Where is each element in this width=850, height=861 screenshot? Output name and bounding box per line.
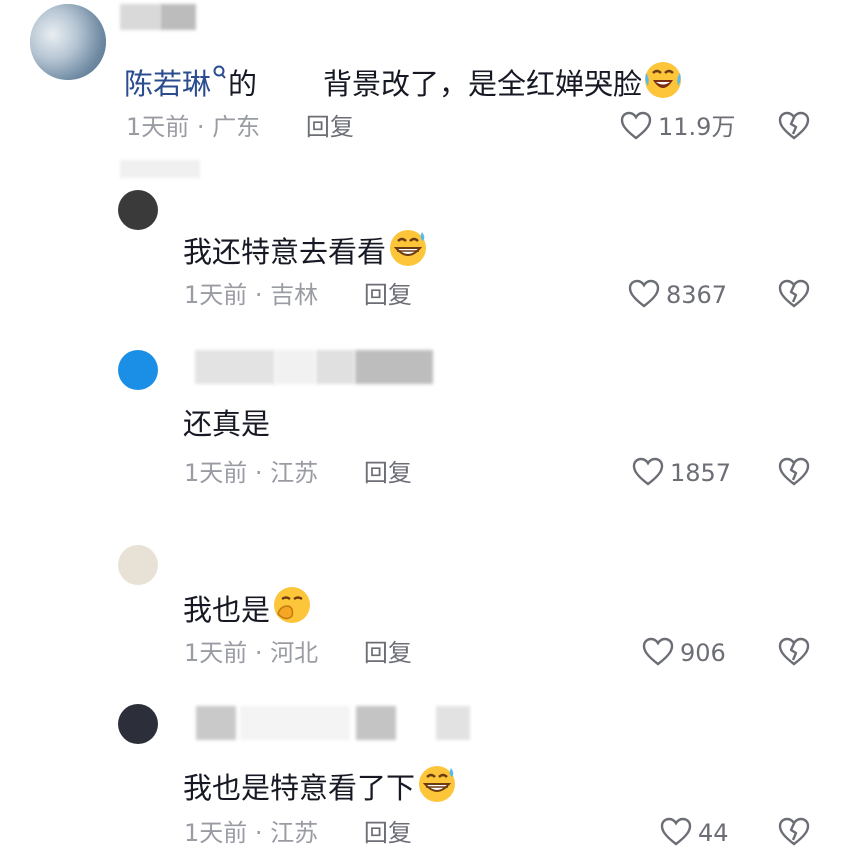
laughing-crying-face-icon: [642, 58, 684, 108]
mention-link[interactable]: 陈若琳: [124, 65, 228, 101]
comment-text: 我还特意去看看: [183, 226, 430, 276]
username-blurred[interactable]: [120, 4, 160, 30]
reply-button[interactable]: 回复: [364, 459, 412, 487]
location: 江苏: [270, 459, 319, 487]
like-count: 44: [698, 819, 729, 847]
broken-heart-icon: [778, 279, 810, 308]
comment-meta: 1天前 · 江苏 回复: [184, 819, 412, 847]
grinning-sweat-face-icon: [386, 226, 430, 276]
timestamp: 1天前: [184, 459, 248, 487]
grinning-sweat-face-icon: [415, 762, 459, 812]
timestamp: 1天前: [184, 639, 248, 667]
comment-meta: 1天前 · 江苏 回复: [184, 459, 412, 487]
comment-text: 还真是: [183, 407, 271, 441]
timestamp: 1天前: [184, 819, 248, 847]
reply-button[interactable]: 回复: [364, 819, 412, 847]
dislike-button[interactable]: [778, 110, 812, 144]
broken-heart-icon: [778, 457, 810, 486]
heart-icon: [628, 279, 660, 308]
face-with-hand-over-mouth-icon: [270, 584, 314, 634]
timestamp: 1天前: [126, 113, 190, 141]
dislike-button[interactable]: [778, 636, 812, 670]
location: 江苏: [270, 819, 319, 847]
avatar[interactable]: [118, 545, 158, 585]
reply-button[interactable]: 回复: [364, 639, 412, 667]
broken-heart-icon: [778, 637, 810, 666]
comment-text: 陈若琳的背景改了，是全红婵哭脸: [124, 58, 684, 108]
reply-button[interactable]: 回复: [364, 281, 412, 309]
avatar[interactable]: [30, 4, 106, 80]
username-blurred: [275, 350, 315, 384]
comment-text: 我也是特意看了下: [183, 762, 459, 812]
heart-icon: [642, 637, 674, 666]
username-blurred: [160, 4, 196, 30]
like-count: 11.9万: [658, 113, 736, 141]
reply-button[interactable]: 回复: [306, 113, 354, 141]
like-button[interactable]: [620, 110, 654, 144]
dislike-button[interactable]: [778, 278, 812, 312]
like-count: 1857: [670, 459, 732, 487]
comment-text: 我也是: [183, 584, 314, 634]
like-button[interactable]: [628, 278, 662, 312]
location: 河北: [270, 639, 319, 667]
like-button[interactable]: [642, 636, 676, 670]
username-blurred: [355, 350, 433, 384]
avatar[interactable]: [118, 704, 158, 744]
like-count: 906: [680, 639, 726, 667]
username-blurred: [195, 350, 275, 384]
location: 吉林: [270, 281, 319, 309]
dislike-button[interactable]: [778, 816, 812, 850]
avatar[interactable]: [118, 350, 158, 390]
broken-heart-icon: [778, 817, 810, 846]
avatar[interactable]: [118, 190, 158, 230]
location: 广东: [212, 113, 261, 141]
heart-icon: [620, 111, 652, 140]
username-blurred: [196, 706, 236, 740]
like-button[interactable]: [632, 456, 666, 490]
comment-meta: 1天前 · 吉林 回复: [184, 281, 412, 309]
timestamp: 1天前: [184, 281, 248, 309]
heart-icon: [632, 457, 664, 486]
like-button[interactable]: [660, 816, 694, 850]
username-blurred: [120, 160, 200, 178]
like-count: 8367: [666, 281, 728, 309]
username-blurred: [356, 706, 396, 740]
username-blurred: [240, 706, 350, 740]
comment-meta: 1天前 · 广东 回复: [126, 113, 354, 141]
broken-heart-icon: [778, 111, 810, 140]
username-blurred: [316, 350, 354, 384]
username-blurred: [436, 706, 470, 740]
search-icon: [213, 65, 226, 79]
comment-meta: 1天前 · 河北 回复: [184, 639, 412, 667]
dislike-button[interactable]: [778, 456, 812, 490]
heart-icon: [660, 817, 692, 846]
